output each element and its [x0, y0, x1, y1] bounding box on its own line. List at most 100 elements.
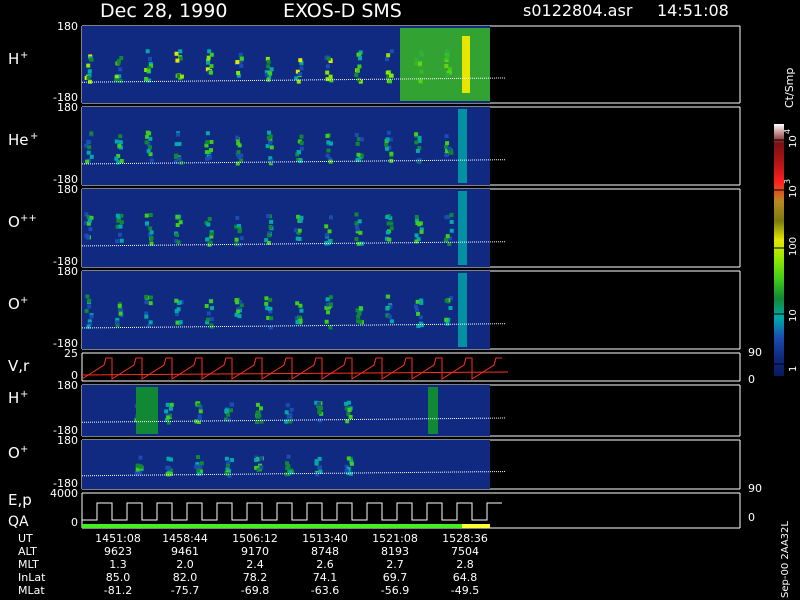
- spectrum-cell: [118, 134, 123, 139]
- spectrum-cell: [329, 215, 334, 220]
- spectrum-cell: [325, 64, 330, 69]
- spectrum-cell: [265, 144, 270, 149]
- spectrum-cell: [389, 226, 394, 231]
- spectrum-cell: [355, 227, 360, 232]
- spectrum-cell: [174, 309, 179, 314]
- spectrum-cell: [349, 461, 354, 466]
- side-tick-vr-bottom: 0: [748, 373, 755, 386]
- spectrum-cell: [444, 237, 449, 242]
- spectrum-cell: [146, 149, 151, 154]
- spectrum-cell: [449, 213, 454, 218]
- orbit-cell: -75.7: [171, 584, 199, 597]
- orbit-cell: -56.9: [381, 584, 409, 597]
- panel-0: H +180-180: [8, 20, 741, 104]
- orbit-cell: 2.6: [316, 558, 334, 571]
- spectrum-cell: [114, 139, 119, 144]
- spectrum-cell: [255, 410, 260, 415]
- spectrum-cell: [356, 152, 361, 157]
- spectrum-cell: [148, 56, 153, 61]
- spectrum-cell: [144, 140, 149, 145]
- orbit-cell: -81.2: [104, 584, 132, 597]
- spectrum-cell: [207, 155, 212, 160]
- spectrum-cell: [197, 417, 202, 422]
- spectrum-cell: [228, 408, 233, 413]
- spectrum-cell: [269, 159, 274, 164]
- energy-trace: [82, 502, 502, 521]
- spectrum-cell: [448, 305, 453, 310]
- spectrum-cell: [255, 414, 260, 419]
- spectrogram-chart: Dec 28, 1990 EXOS-D SMS s0122804.asr 14:…: [8, 0, 799, 598]
- spectrum-cell: [118, 224, 123, 229]
- spectrum-cell: [388, 73, 393, 78]
- spectrum-cell: [384, 146, 389, 151]
- spectrum-cell: [419, 229, 424, 234]
- orbit-cell: 9170: [241, 545, 269, 558]
- panel-charge-label: +: [20, 295, 28, 306]
- spectrum-cell: [297, 228, 302, 233]
- panel-ymax: 180: [57, 265, 78, 278]
- spectrum-cell: [119, 213, 124, 218]
- orbit-cell: 2.4: [246, 558, 264, 571]
- spectrum-cell: [118, 67, 123, 72]
- spectrum-cell: [149, 230, 154, 235]
- spectrum-cell: [358, 306, 363, 311]
- spectrum-cell: [89, 314, 94, 319]
- spectrum-cell: [178, 220, 183, 225]
- spectrum-cell: [117, 303, 122, 308]
- panel-ymax: 4000: [50, 487, 78, 500]
- spectrum-cell: [116, 218, 121, 223]
- spectrum-cell: [324, 224, 329, 229]
- panel-species-label: H: [8, 389, 19, 407]
- spectrum-cell: [117, 143, 122, 148]
- spectrum-cell: [264, 296, 269, 301]
- spectrum-cell: [268, 140, 273, 145]
- spectrum-cell: [325, 310, 330, 315]
- orbit-cell: 1451:08: [95, 532, 141, 545]
- panel-charge-label: +: [20, 444, 28, 455]
- spectrum-cell: [414, 214, 419, 219]
- spectrum-cell: [86, 75, 91, 80]
- colorbar-tick-exponent: 4: [783, 129, 792, 134]
- orbit-cell: 1506:12: [232, 532, 278, 545]
- spectrum-cell: [119, 159, 124, 164]
- spectrum-cell: [209, 231, 214, 236]
- spectrum-cell: [118, 311, 123, 316]
- spectrum-intense-block: [400, 28, 490, 101]
- header-mission: EXOS-D SMS: [283, 0, 402, 22]
- spectrum-cell: [358, 56, 363, 61]
- colorbar-tick-label: 10: [788, 135, 799, 148]
- spectrum-cell: [355, 141, 360, 146]
- spectrum-cell: [414, 132, 419, 137]
- spectrum-cell: [117, 232, 122, 237]
- spectrum-cell: [269, 145, 274, 150]
- spectrum-cell: [116, 60, 121, 65]
- spectrum-cell: [209, 317, 214, 322]
- spectrum-cell: [266, 130, 271, 135]
- spectrum-cell: [175, 214, 180, 219]
- panel-7: E,p QA 4000 0: [8, 487, 741, 530]
- spectrum-cell: [449, 220, 454, 225]
- orbit-cell: 2.8: [456, 558, 474, 571]
- spectrum-cell: [267, 233, 272, 238]
- spectrum-cell: [296, 150, 301, 155]
- spectrum-cell: [148, 320, 153, 325]
- spectrum-cell: [149, 158, 154, 163]
- spectrum-cell: [237, 227, 242, 232]
- spectrum-cell: [236, 309, 241, 314]
- spectrum-cell: [357, 219, 362, 224]
- orbit-cell: 1528:36: [442, 532, 488, 545]
- spectrum-cell: [357, 52, 362, 57]
- spectrum-cell: [207, 49, 212, 54]
- spectrum-cell: [284, 410, 289, 415]
- colorbar-tick-label: 100: [788, 237, 799, 256]
- spectrum-cell: [178, 49, 183, 54]
- colorbar-unit: Ct/Smp: [783, 68, 796, 108]
- spectrum-cell: [119, 220, 124, 225]
- spectrum-cell: [295, 320, 300, 325]
- spectrum-cell: [449, 150, 454, 155]
- spectrum-cell: [119, 56, 124, 61]
- spectrum-cell: [328, 302, 333, 307]
- spectrum-cell: [325, 70, 330, 75]
- orbit-cell: 9461: [171, 545, 199, 558]
- panel-5: H +180-180: [8, 379, 741, 437]
